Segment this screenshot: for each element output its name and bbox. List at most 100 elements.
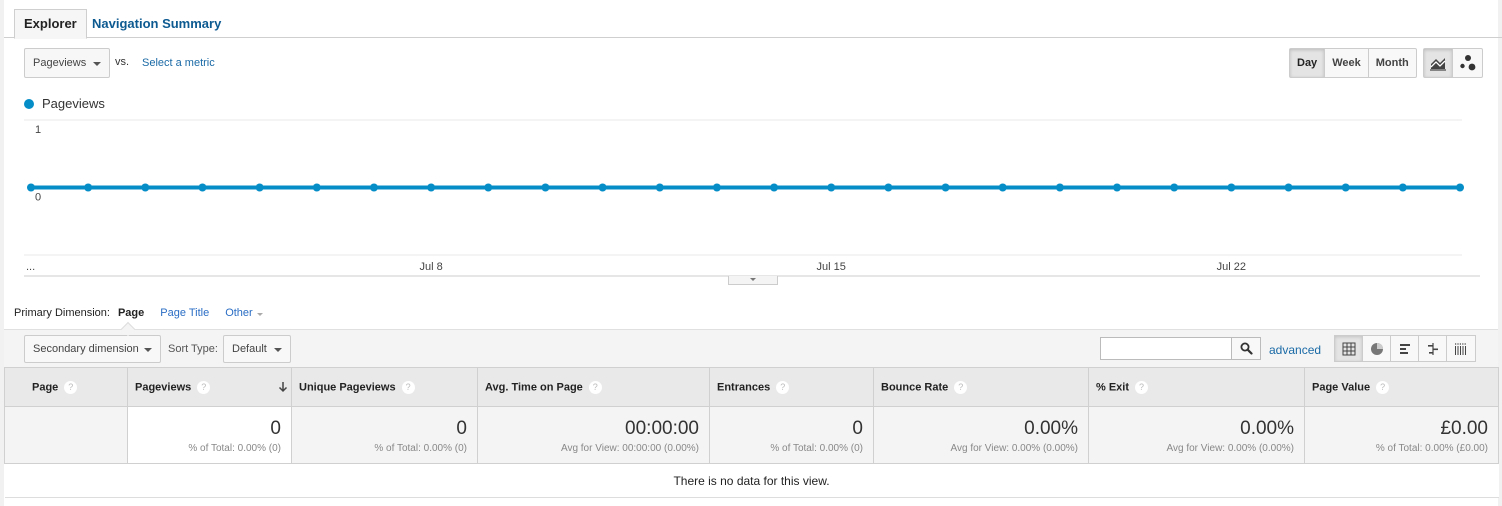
data-point (941, 183, 950, 192)
data-point (312, 183, 321, 192)
help-icon[interactable]: ? (776, 380, 790, 394)
data-point (541, 183, 550, 192)
help-icon[interactable]: ? (954, 380, 968, 394)
table-view-icon (1342, 342, 1355, 355)
data-point (1055, 183, 1064, 192)
total-avg-time-on-page: 00:00:00 Avg for View: 00:00:00 (0.00%) (477, 406, 710, 464)
data-point (27, 183, 35, 192)
help-icon[interactable]: ? (197, 380, 211, 394)
pageviews-line-chart: 0 1... Jul 8 Jul 15 Jul 22 (24, 119, 1480, 277)
total-exit: 0.00% Avg for View: 0.00% (0.00%) (1088, 406, 1305, 464)
data-table: Page? Pageviews? Unique Pageviews? Avg. … (4, 367, 1499, 498)
totals-row: 0% of Total: 0.00% (0) 0% of Total: 0.00… (4, 406, 1499, 464)
metric-dropdown-value: Pageviews (33, 57, 87, 69)
help-icon[interactable]: ? (1376, 380, 1390, 394)
help-icon[interactable]: ? (1135, 380, 1149, 394)
data-point (1170, 183, 1179, 192)
select-metric-link[interactable]: Select a metric (142, 57, 215, 69)
column-header-exit[interactable]: % Exit? (1088, 367, 1305, 407)
dimension-page[interactable]: Page (118, 307, 144, 319)
table-view-button[interactable] (1335, 336, 1363, 361)
performance-view-button[interactable] (1391, 336, 1419, 361)
help-icon[interactable]: ? (588, 380, 602, 394)
column-header-unique-pageviews[interactable]: Unique Pageviews? (291, 367, 478, 407)
report-tabs: Explorer Navigation Summary (4, 8, 1502, 39)
column-header-avg-time-on-page[interactable]: Avg. Time on Page? (477, 367, 710, 407)
data-point (598, 183, 607, 192)
data-point (1341, 183, 1350, 192)
search-button[interactable] (1231, 337, 1261, 360)
term-cloud-view-icon (1455, 342, 1467, 355)
data-point (1227, 183, 1236, 192)
term-cloud-view-button[interactable] (1447, 336, 1475, 361)
search-icon (1240, 342, 1253, 355)
column-header-page-value[interactable]: Page Value? (1304, 367, 1499, 407)
data-point (198, 183, 207, 192)
data-point (484, 183, 493, 192)
primary-dimension-label: Primary Dimension: (14, 307, 110, 319)
data-point (1113, 183, 1122, 192)
data-point (84, 183, 93, 192)
no-data-message: There is no data for this view. (4, 463, 1499, 498)
chevron-down-icon (750, 278, 756, 281)
tab-navigation-summary[interactable]: Navigation Summary (82, 9, 231, 38)
data-point (427, 183, 436, 192)
chevron-down-icon (256, 312, 263, 316)
collapse-chart-handle[interactable] (728, 276, 778, 285)
month-button[interactable]: Month (1369, 49, 1416, 77)
x-tick-label: Jul 8 (419, 261, 442, 273)
dimension-other-dropdown[interactable]: Other (225, 307, 263, 319)
data-point (712, 183, 721, 192)
week-button[interactable]: Week (1325, 49, 1369, 77)
dimension-page-title[interactable]: Page Title (160, 307, 209, 319)
data-point (369, 183, 378, 192)
table-search-input[interactable] (1100, 337, 1232, 360)
view-type-button-group (1334, 335, 1476, 362)
day-button[interactable]: Day (1290, 49, 1326, 77)
sort-type-label: Sort Type: (168, 343, 218, 355)
vs-label: vs. (115, 56, 130, 68)
data-point (770, 183, 779, 192)
total-page-value: £0.00% of Total: 0.00% (£0.00) (1304, 406, 1499, 464)
advanced-filter-link[interactable]: advanced (1269, 343, 1321, 357)
sort-type-dropdown[interactable]: Default (223, 335, 291, 363)
y-tick-label: 0 (35, 192, 41, 204)
comparison-view-icon (1427, 342, 1438, 355)
table-header-row: Page? Pageviews? Unique Pageviews? Avg. … (4, 367, 1499, 407)
comparison-view-button[interactable] (1419, 336, 1447, 361)
total-pageviews: 0% of Total: 0.00% (0) (127, 406, 292, 464)
total-bounce-rate: 0.00% Avg for View: 0.00% (0.00%) (873, 406, 1089, 464)
data-point (884, 183, 893, 192)
pie-view-button[interactable] (1363, 336, 1391, 361)
totals-page-cell (4, 406, 128, 464)
chart-type-button-group (1423, 48, 1483, 78)
column-header-entrances[interactable]: Entrances? (709, 367, 874, 407)
x-tick-label: Jul 22 (1217, 261, 1246, 273)
data-point (1456, 183, 1464, 192)
metric-dropdown[interactable]: Pageviews (24, 48, 110, 78)
legend-label: Pageviews (42, 96, 105, 111)
secondary-dimension-dropdown[interactable]: Secondary dimension (24, 335, 161, 363)
data-point (655, 183, 664, 192)
data-point (141, 183, 150, 192)
data-point (998, 183, 1007, 192)
tab-explorer[interactable]: Explorer (14, 9, 87, 39)
motion-chart-icon (1459, 55, 1475, 71)
line-chart-icon (1430, 58, 1446, 71)
x-tick-label: Jul 15 (817, 261, 846, 273)
help-icon[interactable]: ? (401, 380, 415, 394)
x-tick-label: ... (26, 261, 35, 273)
sort-type-value: Default (232, 343, 267, 355)
help-icon[interactable]: ? (64, 380, 78, 394)
chevron-down-icon (274, 348, 282, 352)
pie-view-icon (1370, 342, 1383, 355)
column-header-page[interactable]: Page? (4, 367, 128, 407)
column-header-pageviews[interactable]: Pageviews? (127, 367, 292, 407)
line-chart-button[interactable] (1424, 49, 1453, 77)
data-point (827, 183, 836, 192)
motion-chart-button[interactable] (1453, 49, 1482, 77)
column-header-bounce-rate[interactable]: Bounce Rate? (873, 367, 1089, 407)
y-tick-label: 1 (35, 124, 41, 136)
secondary-dimension-label: Secondary dimension (33, 343, 139, 355)
data-point (1398, 183, 1407, 192)
